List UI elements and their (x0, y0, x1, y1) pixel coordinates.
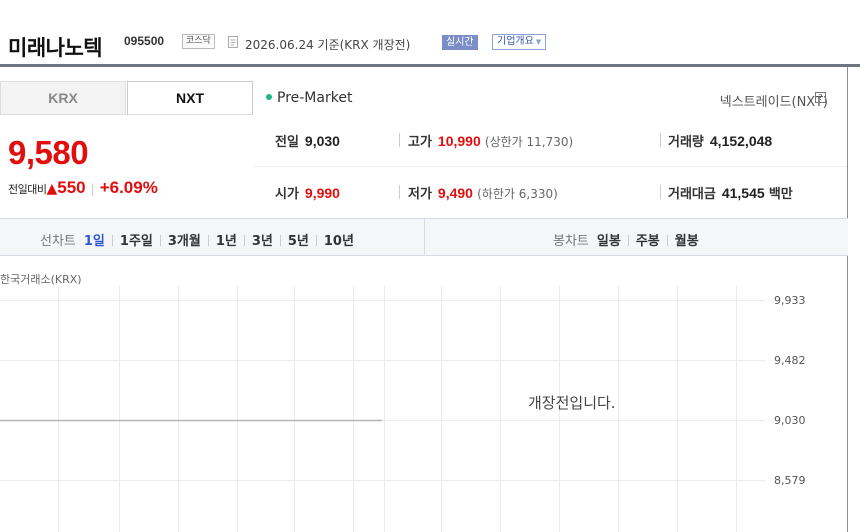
change-label: 전일대비 (8, 183, 47, 196)
change-amount: 550 (57, 178, 86, 197)
chart-toolbar: 선차트 1일 1주일 3개월 1년 3년 5년 10년 봉차트 일봉 주봉 월봉 (0, 218, 848, 256)
status-dot-icon (266, 94, 272, 100)
tab-underline (0, 114, 253, 115)
trade-value-label: 거래대금 (668, 187, 716, 202)
line-chart-periods: 선차트 1일 1주일 3개월 1년 3년 5년 10년 (40, 230, 354, 249)
candle-chart-periods: 봉차트 일봉 주봉 월봉 (553, 230, 699, 249)
divider (660, 185, 661, 199)
volume-value: 4,152,048 (709, 133, 773, 149)
market-badge: 코스닥 (182, 34, 215, 49)
divider (159, 235, 161, 246)
change-percent: +6.09% (99, 178, 158, 197)
line-chart-title: 선차트 (40, 234, 76, 249)
period-1d[interactable]: 1일 (84, 234, 105, 249)
divider (627, 235, 629, 246)
divider (399, 185, 400, 199)
up-arrow-icon: ▲ (46, 181, 58, 197)
divider (315, 235, 317, 246)
prev-close-label: 전일 (275, 135, 299, 150)
session-status-label: Pre-Market (277, 90, 353, 106)
info-prev-close: 전일 9,030 (275, 131, 340, 150)
divider (243, 235, 245, 246)
candle-chart-title: 봉차트 (553, 234, 589, 249)
basis-date-text: 2026.06.24 기준(KRX 개장전) (245, 38, 411, 52)
trade-value-value: 41,545 (721, 185, 765, 201)
y-tick-label: 9,482 (774, 354, 806, 367)
period-5y[interactable]: 5년 (288, 234, 309, 249)
period-10y[interactable]: 10년 (324, 234, 354, 249)
y-axis-labels: 9,933 9,482 9,030 8,579 (774, 294, 806, 487)
lower-limit-close: ) (553, 187, 558, 201)
help-icon[interactable]: ? (815, 92, 826, 103)
low-label: 저가 (408, 187, 432, 202)
high-label: 고가 (408, 135, 432, 150)
chevron-down-icon: ▼ (535, 38, 542, 46)
prev-close-value: 9,030 (304, 133, 340, 149)
info-open: 시가 9,990 (275, 183, 340, 202)
high-value: 10,990 (437, 133, 481, 149)
price-change: 전일대비▲550 | +6.09% (8, 178, 158, 198)
period-3y[interactable]: 3년 (252, 234, 273, 249)
info-volume: 거래량 4,152,048 (668, 131, 772, 150)
upper-limit-value: 11,730 (526, 135, 569, 149)
stock-name: 미래나노텍 (8, 36, 103, 60)
separator: | (90, 182, 95, 196)
trade-value-unit: 백만 (768, 187, 793, 202)
period-3m[interactable]: 3개월 (168, 234, 201, 249)
period-weekly-candle[interactable]: 주봉 (636, 234, 660, 249)
upper-limit-label: (상한가 (484, 135, 523, 149)
info-trade-value: 거래대금 41,545 백만 (668, 183, 799, 202)
tab-krx[interactable]: KRX (0, 81, 126, 115)
divider (660, 133, 661, 147)
tab-nxt[interactable]: NXT (127, 81, 253, 115)
divider (279, 235, 281, 246)
chart-grid (0, 286, 765, 532)
period-daily-candle[interactable]: 일봉 (597, 234, 621, 249)
open-label: 시가 (275, 187, 299, 202)
stock-header: 미래나노텍 095500 코스닥 2026.06.24 기준(KRX 개장전) … (0, 28, 860, 62)
upper-limit: (상한가 11,730) (485, 135, 573, 149)
period-1w[interactable]: 1주일 (120, 234, 153, 249)
market-closed-notice: 개장전입니다. (528, 394, 616, 412)
y-tick-label: 9,030 (774, 414, 806, 427)
document-icon (228, 36, 238, 48)
company-overview-dropdown[interactable]: 기업개요 ▼ (492, 34, 547, 50)
divider (399, 133, 400, 147)
lower-limit-label: (하한가 (477, 187, 515, 201)
divider (111, 235, 113, 246)
realtime-button[interactable]: 실시간 (442, 35, 478, 50)
y-tick-label: 9,933 (774, 294, 806, 307)
current-price: 9,580 (8, 134, 89, 171)
y-tick-label: 8,579 (774, 474, 806, 487)
period-monthly-candle[interactable]: 월봉 (675, 234, 699, 249)
volume-label: 거래량 (668, 135, 704, 150)
low-value: 9,490 (437, 185, 473, 201)
divider (666, 235, 668, 246)
nextrade-link[interactable]: 넥스트레이드(NXT) (720, 91, 828, 110)
toolbar-divider (424, 219, 425, 256)
upper-limit-close: ) (568, 135, 574, 149)
info-low: 저가 9,490 (하한가 6,330) (408, 183, 558, 202)
company-overview-label: 기업개요 (497, 36, 534, 47)
session-status: Pre-Market (266, 90, 352, 106)
stock-code: 095500 (124, 34, 165, 48)
info-high: 고가 10,990 (상한가 11,730) (408, 131, 573, 150)
price-chart: 9,933 9,482 9,030 8,579 (0, 286, 806, 532)
header-divider (0, 64, 860, 67)
lower-limit: (하한가 6,330) (477, 187, 558, 201)
chart-source-label: 한국거래소(KRX) (0, 273, 82, 286)
lower-limit-value: 6,330 (518, 187, 554, 201)
period-1y[interactable]: 1년 (216, 234, 237, 249)
info-divider (253, 166, 847, 167)
divider (207, 235, 209, 246)
open-value: 9,990 (304, 185, 340, 201)
